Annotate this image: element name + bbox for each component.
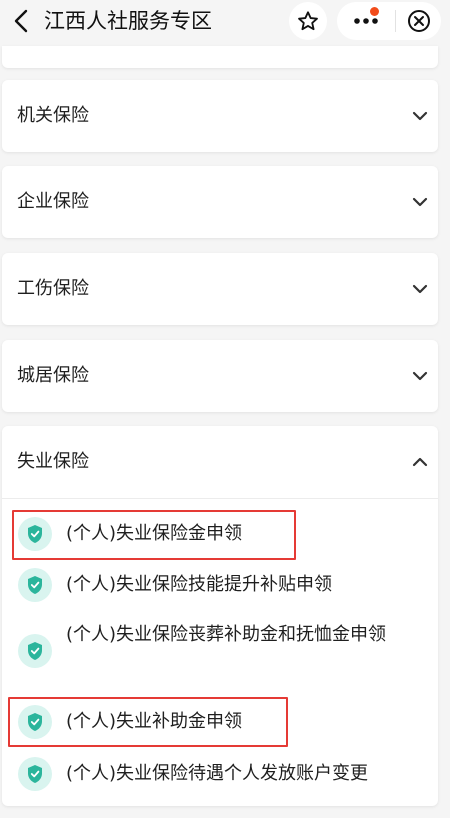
service-item[interactable]: (个人)失业保险技能提升补贴申领 [2, 565, 438, 605]
service-item-label: (个人)失业保险待遇个人发放账户变更 [66, 763, 369, 784]
shield-check-icon [18, 568, 52, 602]
chevron-up-icon [410, 452, 430, 472]
close-circle-icon [407, 10, 430, 32]
notification-dot [370, 7, 379, 16]
more-dots-icon [354, 18, 378, 24]
shield-check-icon [18, 517, 52, 551]
chevron-down-icon [410, 279, 430, 299]
page-title: 江西人社服务专区 [44, 9, 212, 33]
category-card-chengju[interactable]: 城居保险 [2, 340, 438, 412]
previous-card-bottom [2, 46, 438, 68]
service-item-label: (个人)失业补助金申领 [66, 711, 243, 732]
category-label: 城居保险 [17, 365, 89, 386]
service-item[interactable]: (个人)失业补助金申领 [2, 702, 438, 742]
category-card-jiguan[interactable]: 机关保险 [2, 80, 438, 152]
star-icon [298, 11, 318, 31]
divider [2, 498, 438, 499]
shield-check-icon [18, 634, 52, 668]
back-button[interactable] [8, 6, 34, 36]
category-card-shiye: 失业保险 (个人)失业保险金申领 (个人)失业保险技能提升补贴申领 (个人)失业… [2, 426, 438, 806]
service-item-label: (个人)失业保险金申领 [66, 523, 243, 544]
favorite-button[interactable] [289, 2, 327, 40]
chevron-down-icon [410, 106, 430, 126]
category-card-qiye[interactable]: 企业保险 [2, 166, 438, 238]
category-label: 工伤保险 [17, 278, 89, 299]
category-label: 机关保险 [17, 105, 89, 126]
service-item-label: (个人)失业保险技能提升补贴申领 [66, 574, 333, 595]
service-item-label: (个人)失业保险丧葬补助金和抚恤金申领 [66, 624, 387, 645]
category-label: 失业保险 [17, 451, 89, 472]
mini-program-capsule [337, 2, 441, 40]
category-card-gongshang[interactable]: 工伤保险 [2, 253, 438, 325]
category-label: 企业保险 [17, 191, 89, 212]
shield-check-icon [18, 705, 52, 739]
chevron-down-icon [410, 192, 430, 212]
service-item[interactable]: (个人)失业保险丧葬补助金和抚恤金申领 [2, 618, 438, 684]
more-button[interactable] [337, 2, 395, 40]
chevron-down-icon [410, 366, 430, 386]
service-item[interactable]: (个人)失业保险金申领 [2, 514, 438, 554]
close-button[interactable] [396, 2, 441, 40]
service-item[interactable]: (个人)失业保险待遇个人发放账户变更 [2, 754, 438, 794]
chevron-left-icon [14, 9, 28, 33]
shield-check-icon [18, 757, 52, 791]
navbar: 江西人社服务专区 [0, 0, 450, 46]
category-header-shiye[interactable]: 失业保险 [2, 426, 438, 498]
